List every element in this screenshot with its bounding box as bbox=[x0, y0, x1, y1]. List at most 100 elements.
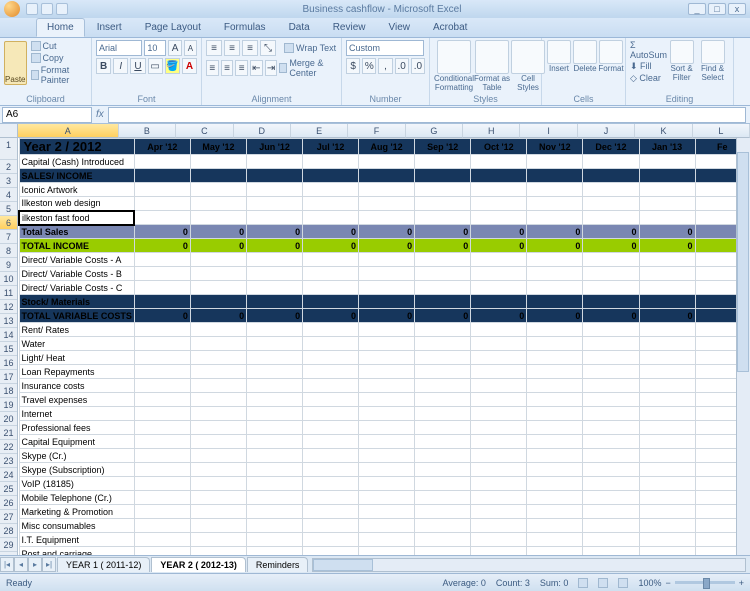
cell[interactable] bbox=[190, 477, 246, 491]
align-bottom-button[interactable]: ≡ bbox=[242, 40, 258, 56]
percent-button[interactable]: % bbox=[362, 58, 376, 74]
accounting-button[interactable]: $ bbox=[346, 58, 360, 74]
cell[interactable] bbox=[358, 211, 414, 225]
zoom-control[interactable]: 100% −+ bbox=[638, 578, 744, 588]
cell[interactable] bbox=[247, 211, 303, 225]
cell[interactable]: Jun '12 bbox=[247, 139, 303, 155]
cell[interactable]: 0 bbox=[303, 239, 359, 253]
cell[interactable]: Skype (Subscription) bbox=[19, 463, 134, 477]
cell[interactable]: Direct/ Variable Costs - A bbox=[19, 253, 134, 267]
cell[interactable] bbox=[583, 281, 639, 295]
cell[interactable] bbox=[639, 295, 695, 309]
cell[interactable] bbox=[303, 379, 359, 393]
cell[interactable] bbox=[247, 379, 303, 393]
row-header[interactable]: 27 bbox=[0, 510, 17, 524]
ribbon-tab-acrobat[interactable]: Acrobat bbox=[422, 18, 478, 37]
cell[interactable] bbox=[190, 491, 246, 505]
cell[interactable]: Sep '12 bbox=[415, 139, 471, 155]
cell[interactable]: 0 bbox=[471, 225, 527, 239]
cell[interactable]: 0 bbox=[303, 225, 359, 239]
cell[interactable] bbox=[639, 477, 695, 491]
cell[interactable] bbox=[415, 295, 471, 309]
cell[interactable] bbox=[583, 393, 639, 407]
cell[interactable] bbox=[358, 365, 414, 379]
row-header[interactable]: 8 bbox=[0, 244, 17, 258]
ribbon-tab-home[interactable]: Home bbox=[36, 18, 85, 37]
cell[interactable] bbox=[583, 211, 639, 225]
cell[interactable] bbox=[303, 519, 359, 533]
fill-color-button[interactable]: 🪣 bbox=[165, 58, 180, 74]
horizontal-scrollbar[interactable] bbox=[312, 558, 746, 572]
cell[interactable]: Aug '12 bbox=[358, 139, 414, 155]
cell[interactable] bbox=[358, 449, 414, 463]
view-layout-button[interactable] bbox=[598, 578, 608, 588]
align-left-button[interactable]: ≡ bbox=[206, 60, 219, 76]
ribbon-tab-insert[interactable]: Insert bbox=[86, 18, 133, 37]
cell[interactable] bbox=[190, 155, 246, 169]
cell[interactable] bbox=[583, 183, 639, 197]
cell[interactable] bbox=[134, 169, 190, 183]
cell[interactable] bbox=[303, 337, 359, 351]
ribbon-tab-review[interactable]: Review bbox=[322, 18, 377, 37]
cell[interactable] bbox=[639, 421, 695, 435]
cell[interactable]: Capital Equipment bbox=[19, 435, 134, 449]
cell[interactable]: 0 bbox=[247, 309, 303, 323]
cell[interactable] bbox=[134, 393, 190, 407]
cell[interactable] bbox=[134, 253, 190, 267]
cell[interactable] bbox=[639, 463, 695, 477]
sheet-tab[interactable]: YEAR 1 ( 2011-12) bbox=[57, 557, 150, 572]
column-header[interactable]: F bbox=[348, 124, 405, 138]
font-name-combo[interactable]: Arial bbox=[96, 40, 142, 56]
format-painter-button[interactable]: Format Painter bbox=[31, 65, 87, 85]
cell[interactable] bbox=[639, 323, 695, 337]
cell[interactable] bbox=[527, 449, 583, 463]
cell[interactable] bbox=[583, 267, 639, 281]
increase-indent-button[interactable]: ⇥ bbox=[265, 60, 278, 76]
cell[interactable]: 0 bbox=[415, 309, 471, 323]
cell[interactable]: 0 bbox=[415, 225, 471, 239]
cell[interactable] bbox=[303, 505, 359, 519]
cell[interactable] bbox=[471, 337, 527, 351]
bold-button[interactable]: B bbox=[96, 58, 111, 74]
qat-save-icon[interactable] bbox=[26, 3, 38, 15]
cell[interactable] bbox=[134, 197, 190, 211]
cell[interactable] bbox=[527, 407, 583, 421]
cell[interactable]: 0 bbox=[639, 309, 695, 323]
cell[interactable] bbox=[247, 281, 303, 295]
cell[interactable]: 0 bbox=[583, 239, 639, 253]
cell[interactable] bbox=[190, 281, 246, 295]
cell[interactable] bbox=[471, 477, 527, 491]
cell[interactable] bbox=[527, 323, 583, 337]
column-header[interactable]: B bbox=[119, 124, 176, 138]
cell[interactable] bbox=[190, 365, 246, 379]
cell[interactable]: 0 bbox=[583, 225, 639, 239]
cell[interactable] bbox=[639, 519, 695, 533]
cell[interactable] bbox=[303, 211, 359, 225]
cell[interactable] bbox=[415, 253, 471, 267]
cell[interactable] bbox=[527, 211, 583, 225]
cell[interactable] bbox=[358, 547, 414, 556]
row-header[interactable]: 21 bbox=[0, 426, 17, 440]
row-header[interactable]: 11 bbox=[0, 286, 17, 300]
view-normal-button[interactable] bbox=[578, 578, 588, 588]
cell[interactable] bbox=[471, 267, 527, 281]
cell[interactable]: TOTAL VARIABLE COSTS bbox=[19, 309, 134, 323]
column-header[interactable]: D bbox=[234, 124, 291, 138]
cell[interactable] bbox=[303, 351, 359, 365]
cell[interactable] bbox=[358, 155, 414, 169]
cell[interactable] bbox=[471, 197, 527, 211]
cell[interactable] bbox=[190, 267, 246, 281]
cell[interactable] bbox=[639, 449, 695, 463]
cell[interactable] bbox=[415, 547, 471, 556]
cell[interactable] bbox=[247, 519, 303, 533]
cell[interactable]: Dec '12 bbox=[583, 139, 639, 155]
cell[interactable]: Direct/ Variable Costs - C bbox=[19, 281, 134, 295]
cell[interactable] bbox=[583, 519, 639, 533]
cell[interactable] bbox=[471, 155, 527, 169]
cell[interactable] bbox=[247, 253, 303, 267]
cell[interactable] bbox=[190, 449, 246, 463]
align-right-button[interactable]: ≡ bbox=[235, 60, 248, 76]
cell[interactable] bbox=[134, 477, 190, 491]
cell[interactable] bbox=[415, 379, 471, 393]
row-header[interactable]: 4 bbox=[0, 188, 17, 202]
